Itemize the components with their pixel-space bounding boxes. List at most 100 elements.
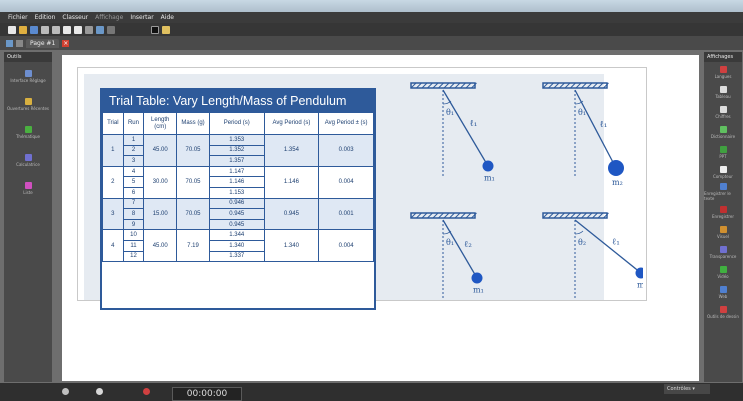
mass-label: m₁ bbox=[484, 174, 495, 183]
paste-icon[interactable] bbox=[74, 25, 82, 34]
avg-period-cell: 1.146 bbox=[263, 165, 320, 199]
menu-item[interactable]: Fichier bbox=[8, 14, 28, 21]
angle-label: θ₁ bbox=[578, 108, 586, 117]
menu-bar: Fichier Edition Classeur Affichage Insertar A… bbox=[0, 12, 743, 23]
right-tool-item[interactable]: Enregistrer bbox=[704, 202, 742, 222]
trial-cell: 4 bbox=[102, 229, 124, 263]
length-label: ℓ₁ bbox=[470, 119, 478, 129]
zoom-icon[interactable] bbox=[107, 25, 115, 34]
table-header-cell: Run bbox=[122, 112, 145, 135]
avg-error-cell: 0.004 bbox=[318, 165, 374, 199]
menu-item[interactable]: Aide bbox=[161, 14, 174, 21]
page-canvas[interactable]: Trial Table: Vary Length/Mass of Pendulu… bbox=[62, 55, 699, 381]
image-icon[interactable] bbox=[96, 25, 104, 34]
list-icon bbox=[24, 181, 32, 189]
right-tool-item[interactable]: Langues bbox=[704, 62, 742, 82]
bottom-bar bbox=[0, 383, 743, 401]
right-tool-label: Compteur bbox=[713, 173, 733, 179]
trial-cell: 1 bbox=[102, 134, 124, 167]
right-panel-header: Affichages bbox=[704, 52, 742, 62]
right-tool-item[interactable]: Transparence bbox=[704, 242, 742, 262]
save-icon[interactable] bbox=[30, 25, 38, 34]
right-tool-item[interactable]: Web bbox=[704, 282, 742, 302]
timer-display: 00:00:00 bbox=[172, 387, 242, 401]
period-cell: 0.946 bbox=[208, 197, 265, 210]
left-tool-item[interactable]: Calculatrice bbox=[4, 146, 52, 174]
right-tool-label: Chiffres bbox=[715, 113, 731, 119]
menu-item[interactable]: Edition bbox=[35, 14, 56, 21]
note-icon[interactable] bbox=[162, 25, 170, 34]
eraser-tool-icon[interactable] bbox=[96, 388, 103, 395]
language-icon bbox=[719, 65, 727, 73]
right-tool-label: Tableau bbox=[715, 93, 731, 99]
right-tool-label: Enregistrer bbox=[711, 213, 735, 219]
tab-page-1[interactable]: Page #1 bbox=[26, 38, 60, 48]
menu-item[interactable]: Affichage bbox=[95, 14, 123, 21]
left-tool-item[interactable]: Ouvertures Récentes bbox=[4, 90, 52, 118]
menu-item[interactable]: Classeur bbox=[62, 14, 88, 21]
run-cell: 3 bbox=[122, 155, 145, 167]
calculator-icon bbox=[24, 153, 32, 161]
right-tool-item[interactable]: Vidéo bbox=[704, 262, 742, 282]
undo-icon[interactable] bbox=[41, 25, 49, 34]
run-cell: 4 bbox=[122, 165, 145, 178]
avg-error-cell: 0.003 bbox=[318, 134, 374, 167]
pendulum-diagrams[interactable]: θ₁ ℓ₁ m₁ θ₁ ℓ₁ m₂ θ₁ ℓ₂ m₁ θ₂ ℓ₁ m₁ bbox=[383, 78, 643, 298]
pendulum-bob bbox=[608, 160, 624, 176]
right-tool-label: PPT bbox=[719, 153, 727, 159]
add-page-icon[interactable] bbox=[16, 39, 23, 47]
pendulum-string bbox=[442, 89, 489, 167]
right-tool-label: Outils de dessin bbox=[707, 313, 739, 319]
print-icon[interactable] bbox=[85, 25, 93, 34]
window-titlebar bbox=[0, 0, 743, 12]
web-icon bbox=[719, 285, 727, 293]
slide-content[interactable]: Trial Table: Vary Length/Mass of Pendulu… bbox=[77, 67, 647, 310]
period-cell: 1.340 bbox=[208, 239, 265, 252]
record-button-icon[interactable] bbox=[143, 388, 150, 395]
properties-dropdown[interactable]: Contrôles ▾ bbox=[664, 384, 710, 394]
menu-item[interactable]: Insertar bbox=[130, 14, 153, 21]
link-icon[interactable] bbox=[151, 25, 159, 34]
left-tool-item[interactable]: Liste bbox=[4, 174, 52, 202]
length-label: ℓ₁ bbox=[600, 120, 608, 130]
left-tool-item[interactable]: Interface Réglage bbox=[4, 62, 52, 90]
right-tool-item[interactable]: Chiffres bbox=[704, 102, 742, 122]
close-tab-icon[interactable]: × bbox=[62, 39, 70, 47]
mass-label: m₁ bbox=[637, 281, 643, 290]
right-tool-item[interactable]: Tableau bbox=[704, 82, 742, 102]
period-cell: 1.353 bbox=[208, 134, 265, 146]
open-icon[interactable] bbox=[19, 25, 27, 34]
length-label: ℓ₁ bbox=[612, 238, 620, 248]
trial-table[interactable]: Trial Table: Vary Length/Mass of Pendulu… bbox=[100, 88, 376, 310]
mass-cell: 7.19 bbox=[176, 229, 210, 263]
length-cell: 30.00 bbox=[143, 165, 178, 199]
mass-label: m₂ bbox=[612, 178, 623, 187]
new-icon[interactable] bbox=[8, 25, 16, 34]
right-tool-item[interactable]: Visuel bbox=[704, 222, 742, 242]
right-tool-item[interactable]: PPT bbox=[704, 142, 742, 162]
pen-tool-icon[interactable] bbox=[62, 388, 69, 395]
angle-label: θ₁ bbox=[446, 108, 454, 117]
trial-cell: 2 bbox=[102, 165, 124, 199]
right-tool-item[interactable]: Outils de dessin bbox=[704, 302, 742, 322]
left-panel-header: Outils bbox=[4, 52, 52, 62]
period-cell: 1.147 bbox=[208, 165, 265, 178]
period-cell: 1.352 bbox=[208, 144, 265, 157]
redo-icon[interactable] bbox=[52, 25, 60, 34]
left-tool-label: Thématique bbox=[15, 133, 40, 139]
length-cell: 45.00 bbox=[143, 134, 178, 167]
video-icon bbox=[719, 265, 727, 273]
right-tool-item[interactable]: Compteur bbox=[704, 162, 742, 182]
copy-icon[interactable] bbox=[63, 25, 71, 34]
page-tab-icon[interactable] bbox=[6, 39, 13, 47]
table-header-cell: Mass (g) bbox=[176, 112, 210, 135]
period-cell: 0.945 bbox=[208, 218, 265, 231]
right-tool-item[interactable]: Dictionnaire bbox=[704, 122, 742, 142]
period-cell: 1.337 bbox=[208, 250, 265, 263]
left-tool-item[interactable]: Thématique bbox=[4, 118, 52, 146]
page-tabs: Page #1 × bbox=[0, 36, 743, 50]
right-tool-item[interactable]: Enregistrer le texte bbox=[704, 182, 742, 202]
table-header-cell: Period (s) bbox=[208, 112, 265, 135]
theme-icon bbox=[24, 125, 32, 133]
run-cell: 10 bbox=[122, 229, 145, 241]
